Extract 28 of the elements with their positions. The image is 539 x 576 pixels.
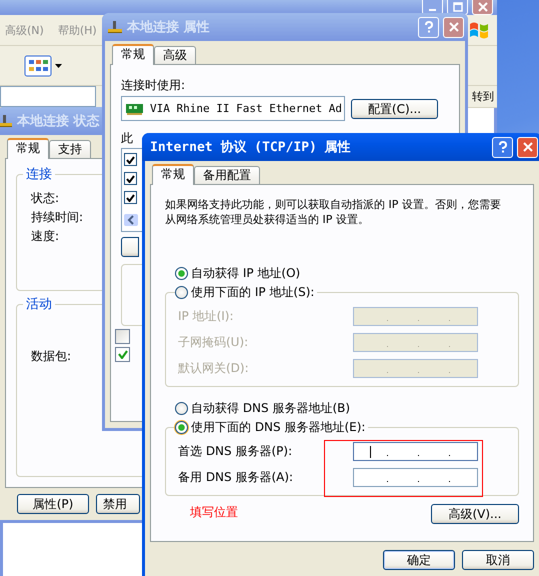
group-title: 活动: [26, 297, 52, 312]
field-label: 状态:: [31, 190, 60, 207]
field-label: 此: [121, 131, 134, 145]
field-label: 备用 DNS 服务器(A):: [178, 469, 294, 486]
field-label: 连接时使用:: [121, 78, 186, 92]
tab[interactable]: 备用配置: [194, 166, 260, 184]
field-label: 默认网关(D):: [178, 360, 250, 377]
window-title: Internet 协议 (TCP/IP) 属性: [150, 138, 351, 156]
group-title: 连接: [26, 167, 52, 182]
window-title: 本地连接 状态: [17, 112, 100, 130]
option-label[interactable]: 自动获得 DNS 服务器地址(B): [191, 400, 350, 417]
advanced-button[interactable]: 高级(V)...: [431, 504, 519, 524]
option-label[interactable]: 使用下面的 IP 地址(S):: [191, 284, 314, 301]
adapter-name: VIA Rhine II Fast Ethernet Ad: [150, 102, 342, 115]
field-label: IP 地址(I):: [178, 308, 235, 325]
field-label: 数据包:: [31, 348, 72, 365]
field-label: 首选 DNS 服务器(P):: [178, 443, 294, 460]
option-label[interactable]: 使用下面的 DNS 服务器地址(E):: [191, 419, 366, 436]
field-label: 速度:: [31, 228, 60, 245]
field-label: 持续时间:: [31, 209, 84, 226]
cancel-button[interactable]: 取消: [462, 550, 534, 570]
window-title: 本地连接 属性: [127, 18, 210, 36]
field-label: 子网掩码(U):: [178, 334, 250, 351]
description-text: 如果网络支持此功能，则可以获取自动指派的 IP 设置。否则，您需要从网络系统管理员处获得适当的 IP 设置。: [165, 197, 502, 227]
ok-button[interactable]: 确定: [383, 550, 455, 570]
annotation-text: 填写位置: [190, 504, 238, 520]
tab[interactable]: 常规: [152, 164, 194, 185]
option-label[interactable]: 自动获得 IP 地址(O): [191, 265, 300, 282]
